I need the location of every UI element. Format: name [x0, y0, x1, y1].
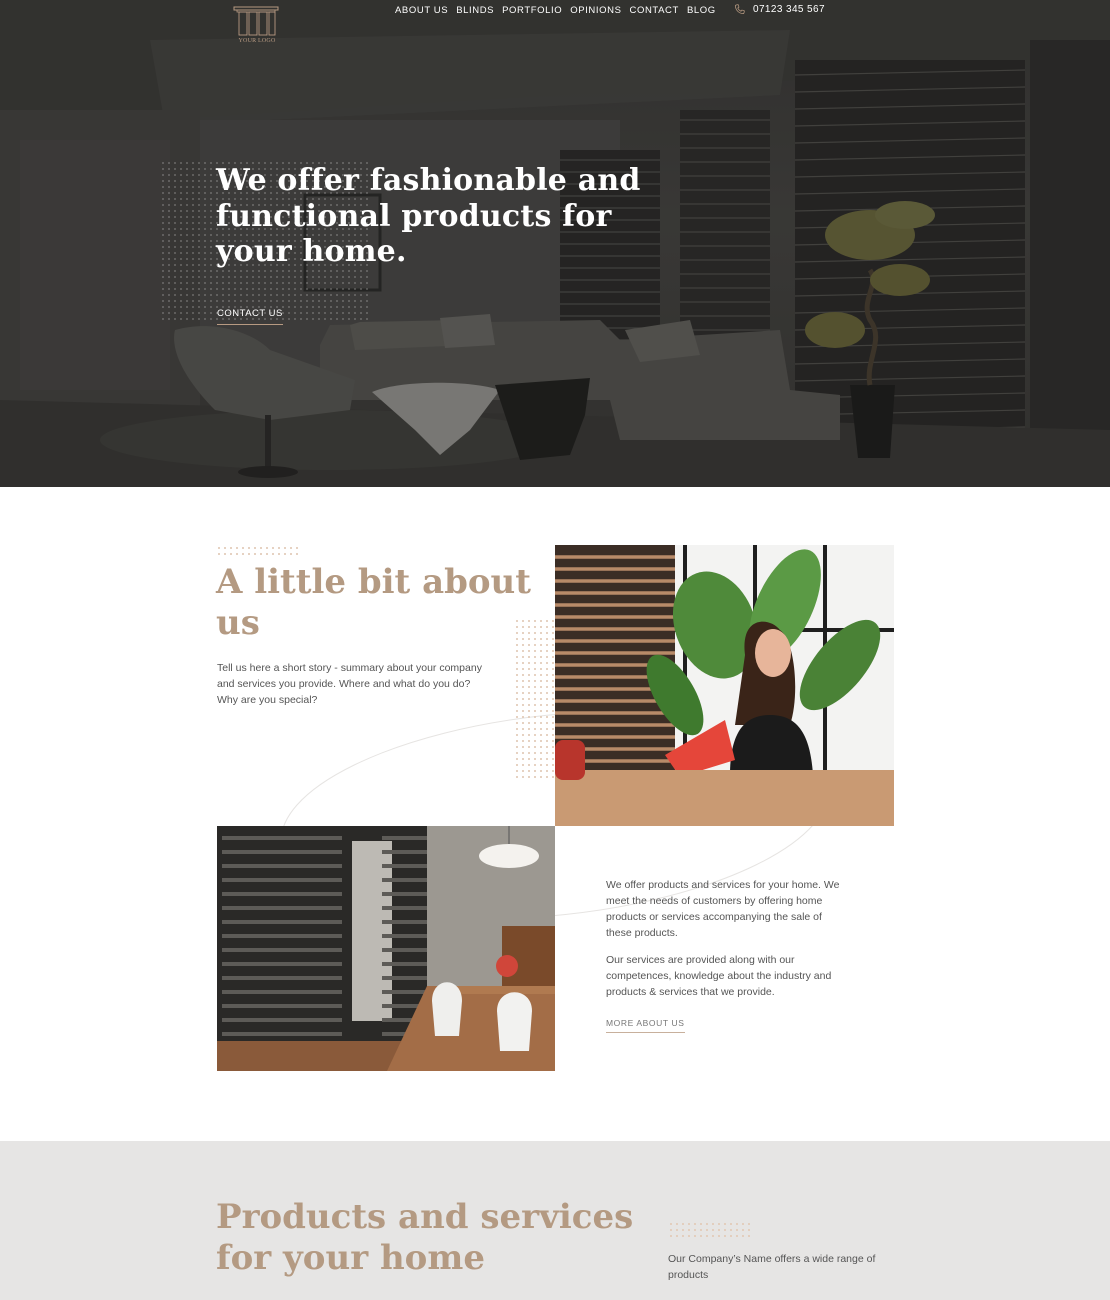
nav-item-about-us[interactable]: ABOUT US [395, 5, 448, 17]
logo-icon [233, 6, 279, 36]
about-paragraph-1: We offer products and services for your … [606, 879, 840, 939]
contact-us-button[interactable]: CONTACT US [217, 308, 283, 325]
main-nav: ABOUT US BLINDS PORTFOLIO OPINIONS CONTA… [395, 5, 716, 17]
more-about-us-link[interactable]: MORE ABOUT US [606, 1018, 685, 1033]
nav-item-blog[interactable]: BLOG [687, 5, 716, 17]
about-intro-text: Tell us here a short story - summary abo… [217, 662, 482, 706]
phone-icon [734, 4, 745, 15]
logo[interactable]: YOUR LOGO [232, 5, 282, 47]
about-title: A little bit about us [216, 562, 531, 643]
about-body-text: We offer products and services for your … [606, 877, 846, 1011]
products-intro-text: Our Company’s Name offers a wide range o… [668, 1253, 876, 1281]
woman-with-tablet-photo [555, 545, 894, 826]
phone-number: 07123 345 567 [753, 4, 825, 15]
about-paragraph-2: Our services are provided along with our… [606, 954, 832, 998]
phone-link[interactable]: 07123 345 567 [733, 3, 825, 16]
products-dot-pattern [668, 1221, 750, 1237]
nav-item-contact[interactable]: CONTACT [630, 5, 679, 17]
hero-section: YOUR LOGO ABOUT US BLINDS PORTFOLIO OPIN… [0, 0, 1110, 487]
shutters-dining-room-photo [217, 826, 555, 1071]
nav-item-blinds[interactable]: BLINDS [456, 5, 494, 17]
nav-item-opinions[interactable]: OPINIONS [570, 5, 621, 17]
products-section: Products and services for your home Our … [0, 1141, 1110, 1300]
about-title-dot-pattern [216, 545, 300, 559]
hero-title: We offer fashionable and functional prod… [216, 163, 641, 269]
logo-text: YOUR LOGO [238, 38, 276, 44]
products-title: Products and services for your home [216, 1197, 634, 1278]
nav-item-portfolio[interactable]: PORTFOLIO [502, 5, 562, 17]
